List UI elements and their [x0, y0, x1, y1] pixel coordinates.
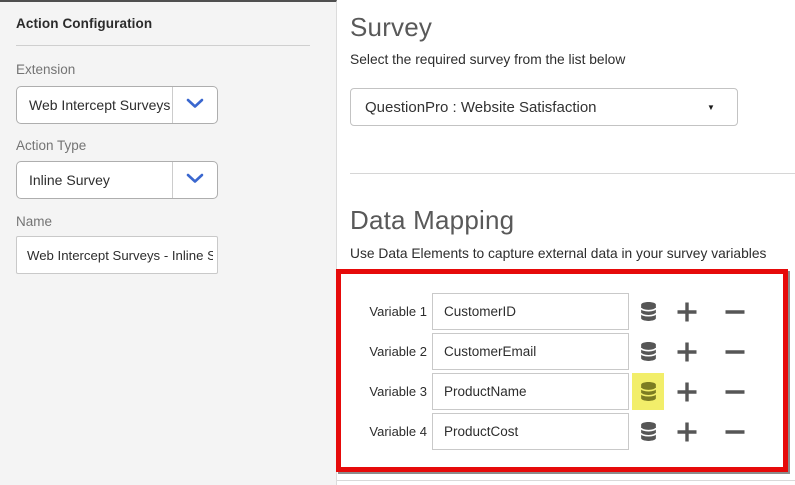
data-mapping-title: Data Mapping: [350, 205, 514, 236]
action-type-dropdown-value: Inline Survey: [17, 162, 173, 198]
variable-input[interactable]: [432, 373, 629, 410]
section-divider: [350, 173, 795, 174]
variable-label: Variable 2: [346, 333, 427, 370]
variable-label: Variable 4: [346, 413, 427, 450]
extension-dropdown-button[interactable]: [173, 87, 217, 123]
action-type-dropdown-button[interactable]: [173, 162, 217, 198]
sidebar-title: Action Configuration: [16, 16, 152, 31]
select-caret-icon: ▼: [707, 103, 737, 112]
name-input[interactable]: [16, 236, 218, 274]
database-icon[interactable]: [632, 413, 664, 450]
variable-label: Variable 1: [346, 293, 427, 330]
minus-icon[interactable]: [719, 413, 751, 450]
variable-input[interactable]: [432, 293, 629, 330]
database-icon[interactable]: [632, 293, 664, 330]
sidebar-divider: [16, 45, 310, 46]
data-mapping-subtitle: Use Data Elements to capture external da…: [350, 246, 766, 261]
action-configuration-sidebar: Action Configuration Extension Web Inter…: [0, 0, 337, 485]
plus-icon[interactable]: [671, 373, 703, 410]
action-type-dropdown[interactable]: Inline Survey: [16, 161, 218, 199]
extension-dropdown-value: Web Intercept Surveys: [17, 87, 173, 123]
survey-section-title: Survey: [350, 12, 432, 43]
chevron-down-icon: [186, 96, 204, 114]
minus-icon[interactable]: [719, 293, 751, 330]
extension-dropdown[interactable]: Web Intercept Surveys: [16, 86, 218, 124]
minus-icon[interactable]: [719, 333, 751, 370]
action-type-label: Action Type: [16, 138, 86, 153]
database-icon[interactable]: [632, 333, 664, 370]
extension-label: Extension: [16, 62, 75, 77]
action-configuration-dialog: Action Configuration Extension Web Inter…: [0, 0, 795, 485]
plus-icon[interactable]: [671, 333, 703, 370]
survey-select-value: QuestionPro : Website Satisfaction: [351, 99, 707, 116]
variable-input[interactable]: [432, 333, 629, 370]
name-label: Name: [16, 214, 52, 229]
database-icon[interactable]: [632, 373, 664, 410]
plus-icon[interactable]: [671, 413, 703, 450]
variable-input[interactable]: [432, 413, 629, 450]
variable-label: Variable 3: [346, 373, 427, 410]
panel-bottom-border: [337, 480, 795, 481]
plus-icon[interactable]: [671, 293, 703, 330]
survey-select[interactable]: QuestionPro : Website Satisfaction ▼: [350, 88, 738, 126]
chevron-down-icon: [186, 171, 204, 189]
survey-section-subtitle: Select the required survey from the list…: [350, 52, 625, 67]
minus-icon[interactable]: [719, 373, 751, 410]
